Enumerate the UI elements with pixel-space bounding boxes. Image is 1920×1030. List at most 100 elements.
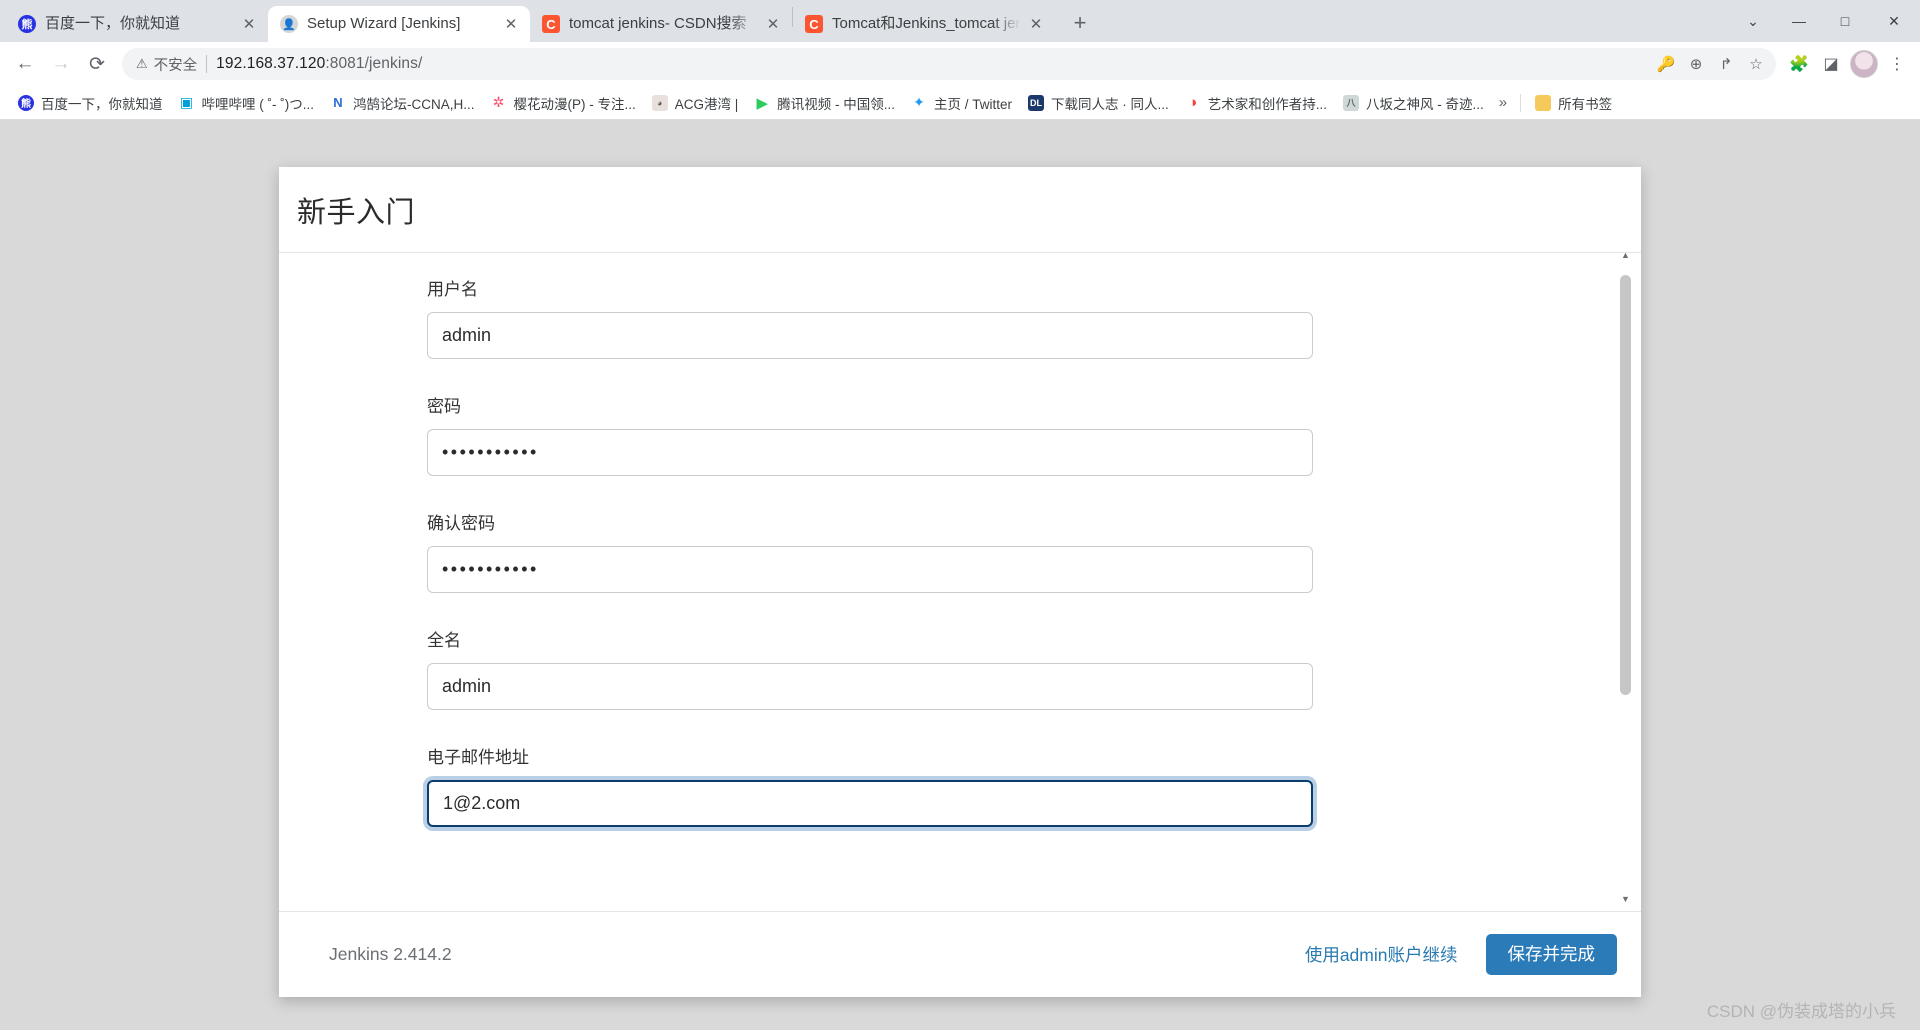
- field-group-password: 密码 •••••••••••: [427, 392, 1313, 476]
- bookmarks-divider: [1520, 93, 1522, 112]
- tab-strip: 熊 百度一下，你就知道 ✕ 👤 Setup Wizard [Jenkins] ✕…: [0, 0, 1920, 42]
- side-panel-icon[interactable]: ◪: [1816, 49, 1846, 79]
- csdn-icon: C: [805, 15, 823, 33]
- bookmark-label: 百度一下，你就知道: [41, 96, 163, 112]
- confirm-password-masked-value: •••••••••••: [442, 559, 539, 579]
- tab-search-chevron-icon[interactable]: ⌄: [1730, 0, 1776, 42]
- bookmark-sakura-anime[interactable]: ✲ 樱花动漫(P) - 专注...: [482, 90, 643, 116]
- username-input[interactable]: admin: [427, 312, 1313, 359]
- all-bookmarks-label: 所有书签: [1558, 96, 1613, 112]
- all-bookmarks-button[interactable]: 所有书签: [1527, 90, 1620, 116]
- url-host: 192.168.37.120: [216, 55, 326, 72]
- yasaka-icon: 八: [1343, 94, 1360, 111]
- bookmark-label: 主页 / Twitter: [934, 96, 1013, 112]
- star-icon[interactable]: ☆: [1742, 50, 1770, 78]
- fullname-input[interactable]: admin: [427, 663, 1313, 710]
- twitter-icon: ✦: [911, 94, 927, 111]
- bookmark-tencent-video[interactable]: ▶ 腾讯视频 - 中国领...: [746, 90, 903, 116]
- share-icon[interactable]: ↱: [1712, 50, 1740, 78]
- csdn-watermark: CSDN @伪装成塔的小兵: [1706, 1002, 1896, 1021]
- bookmark-acg[interactable]: ◕ ACG港湾 |: [644, 90, 747, 116]
- password-label: 密码: [427, 397, 461, 416]
- password-masked-value: •••••••••••: [442, 442, 539, 462]
- dialog-scrollbar[interactable]: ▲ ▼: [1618, 253, 1633, 911]
- browser-tab-baidu[interactable]: 熊 百度一下，你就知道 ✕: [6, 6, 268, 42]
- email-label: 电子邮件地址: [427, 748, 529, 767]
- tencent-video-icon: ▶: [754, 94, 771, 111]
- continue-as-admin-link[interactable]: 使用admin账户继续: [1305, 942, 1458, 967]
- bilibili-icon: ▣: [178, 94, 195, 111]
- scroll-down-arrow-icon[interactable]: ▼: [1618, 891, 1633, 907]
- tab-close-icon[interactable]: ✕: [1025, 13, 1047, 35]
- bookmark-yasaka[interactable]: 八 八坂之神风 - 奇迹...: [1335, 90, 1492, 116]
- bookmark-baidu[interactable]: 熊 百度一下，你就知道: [10, 90, 171, 116]
- close-window-button[interactable]: ✕: [1868, 0, 1920, 42]
- url-text: 192.168.37.120:8081/jenkins/: [216, 55, 422, 73]
- bookmark-bilibili[interactable]: ▣ 哔哩哔哩 ( ˚- ˚)つ...: [171, 90, 322, 116]
- scroll-up-arrow-icon[interactable]: ▲: [1618, 253, 1633, 263]
- browser-tab-setup-wizard[interactable]: 👤 Setup Wizard [Jenkins] ✕: [268, 6, 530, 42]
- dialog-header: 新手入门: [279, 167, 1641, 253]
- jenkins-icon: 👤: [280, 15, 298, 33]
- username-label: 用户名: [427, 280, 478, 299]
- field-group-fullname: 全名 admin: [427, 626, 1313, 710]
- bookmarks-bar: 熊 百度一下，你就知道 ▣ 哔哩哔哩 ( ˚- ˚)つ... N 鸿鹄论坛-CC…: [0, 86, 1920, 120]
- confirm-password-input[interactable]: •••••••••••: [427, 546, 1313, 593]
- field-group-confirm-password: 确认密码 •••••••••••: [427, 509, 1313, 593]
- browser-toolbar: ← → ⟳ ⚠ 不安全 192.168.37.120:8081/jenkins/…: [0, 42, 1920, 86]
- page-title: 新手入门: [297, 196, 416, 229]
- zoom-icon[interactable]: ⊕: [1682, 50, 1710, 78]
- security-status-label: 不安全: [153, 57, 198, 74]
- window-controls: ⌄ — □ ✕: [1730, 0, 1920, 42]
- warning-triangle-icon: ⚠: [136, 56, 148, 71]
- bookmark-label: 下载同人志 · 同人...: [1051, 96, 1169, 112]
- dl-icon: DL: [1028, 94, 1045, 111]
- omnibox-actions: 🔑 ⊕ ↱ ☆: [1652, 50, 1770, 78]
- fullname-label: 全名: [427, 631, 461, 650]
- folder-icon: [1535, 94, 1552, 111]
- baidu-icon: 熊: [18, 15, 36, 33]
- tab-title: Setup Wizard [Jenkins]: [307, 15, 461, 32]
- dialog-footer: Jenkins 2.414.2 使用admin账户继续 保存并完成: [279, 911, 1641, 997]
- tab-close-icon[interactable]: ✕: [500, 13, 522, 35]
- bookmark-honghu-forum[interactable]: N 鸿鹄论坛-CCNA,H...: [322, 90, 483, 116]
- bookmark-twitter[interactable]: ✦ 主页 / Twitter: [903, 90, 1020, 116]
- acg-icon: ◕: [651, 94, 668, 111]
- browser-tab-tomcat-jenkins[interactable]: C Tomcat和Jenkins_tomcat jenki ✕: [793, 6, 1055, 42]
- scrollbar-thumb[interactable]: [1620, 275, 1631, 695]
- minimize-button[interactable]: —: [1776, 0, 1822, 42]
- tab-title: 百度一下，你就知道: [45, 15, 181, 32]
- key-icon[interactable]: 🔑: [1652, 50, 1680, 78]
- new-tab-button[interactable]: +: [1063, 6, 1097, 40]
- bookmark-patreon[interactable]: ◑ 艺术家和创作者持...: [1177, 90, 1335, 116]
- forward-icon[interactable]: →: [44, 47, 78, 81]
- password-input[interactable]: •••••••••••: [427, 429, 1313, 476]
- maximize-button[interactable]: □: [1822, 0, 1868, 42]
- back-icon[interactable]: ←: [8, 47, 42, 81]
- reload-icon[interactable]: ⟳: [80, 47, 114, 81]
- jenkins-version-label: Jenkins 2.414.2: [329, 944, 452, 964]
- email-input[interactable]: 1@2.com: [427, 780, 1313, 827]
- honghu-icon: N: [329, 94, 346, 111]
- avatar[interactable]: [1850, 50, 1878, 78]
- setup-wizard-dialog: 新手入门 用户名 admin 密码 ••••••••••• 确认密码 •••••…: [279, 167, 1641, 997]
- omnibox-divider: [206, 55, 208, 73]
- bookmark-label: ACG港湾 |: [674, 96, 739, 112]
- three-dot-menu-icon[interactable]: ⋮: [1882, 49, 1912, 79]
- dialog-body: 用户名 admin 密码 ••••••••••• 确认密码 ••••••••••…: [279, 253, 1641, 911]
- bookmark-doujin-download[interactable]: DL 下载同人志 · 同人...: [1020, 90, 1177, 116]
- bookmarks-overflow-button[interactable]: »: [1492, 91, 1514, 114]
- save-and-finish-button[interactable]: 保存并完成: [1485, 933, 1617, 976]
- bookmark-label: 八坂之神风 - 奇迹...: [1366, 96, 1484, 112]
- baidu-icon: 熊: [18, 94, 34, 111]
- bookmark-label: 樱花动漫(P) - 专注...: [513, 96, 636, 112]
- bookmark-label: 鸿鹄论坛-CCNA,H...: [352, 96, 475, 112]
- tab-close-icon[interactable]: ✕: [762, 13, 784, 35]
- url-path: :8081/jenkins/: [325, 55, 423, 72]
- tab-close-icon[interactable]: ✕: [238, 13, 260, 35]
- address-bar[interactable]: ⚠ 不安全 192.168.37.120:8081/jenkins/ 🔑 ⊕ ↱…: [122, 48, 1776, 80]
- puzzle-icon[interactable]: 🧩: [1784, 49, 1814, 79]
- browser-tab-csdn-search[interactable]: C tomcat jenkins- CSDN搜索 ✕: [530, 6, 792, 42]
- field-group-email: 电子邮件地址 1@2.com: [427, 743, 1313, 827]
- sakura-icon: ✲: [490, 94, 507, 111]
